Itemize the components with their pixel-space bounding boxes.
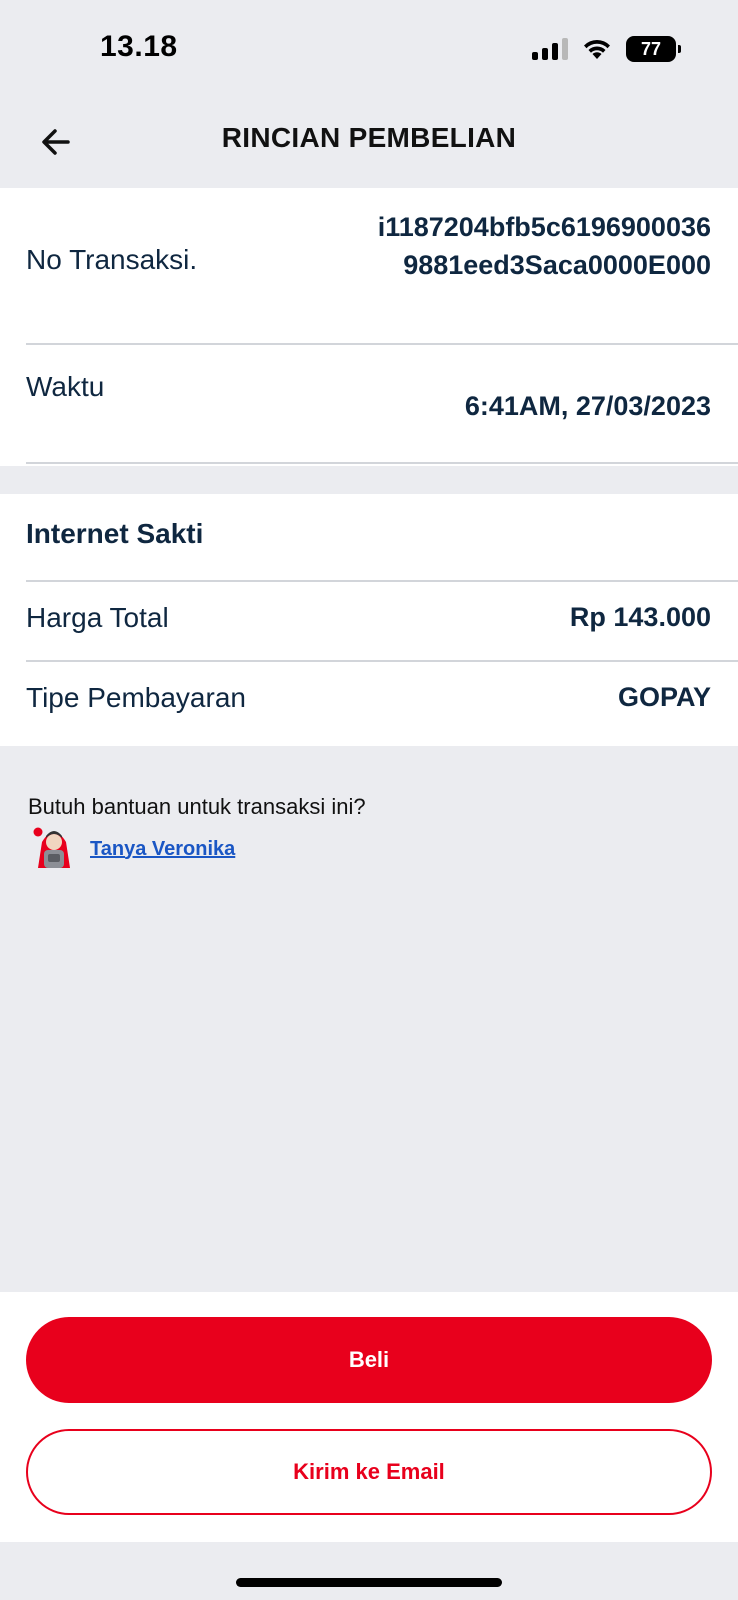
help-link-row[interactable]: Tanya Veronika bbox=[32, 824, 235, 874]
total-price-label: Harga Total bbox=[26, 602, 169, 633]
page-title: RINCIAN PEMBELIAN bbox=[221, 122, 517, 153]
status-icons: 77 bbox=[532, 36, 681, 62]
transaction-id-row: No Transaksi. i1187204bfb5c6196900036988… bbox=[26, 188, 738, 338]
time-label: Waktu bbox=[26, 371, 105, 402]
time-value: 6:41AM, 27/03/2023 bbox=[464, 391, 711, 421]
divider bbox=[26, 462, 738, 464]
payment-type-label: Tipe Pembayaran bbox=[26, 682, 246, 713]
transaction-id-label: No Transaksi. bbox=[26, 244, 198, 275]
status-bar: 13.18 77 bbox=[0, 0, 738, 100]
header-bar: RINCIAN PEMBELIAN bbox=[0, 100, 738, 188]
total-price-value: Rp 143.000 bbox=[569, 602, 711, 632]
wifi-icon bbox=[584, 39, 610, 59]
payment-type-row: Tipe Pembayaran GOPAY bbox=[26, 662, 738, 746]
product-name: Internet Sakti bbox=[26, 518, 204, 549]
veronika-avatar-icon bbox=[33, 827, 70, 868]
battery-icon: 77 bbox=[626, 36, 681, 62]
ask-veronika-link[interactable]: Tanya Veronika bbox=[90, 838, 235, 861]
time-row: Waktu 6:41AM, 27/03/2023 bbox=[26, 345, 738, 463]
send-email-button[interactable]: Kirim ke Email bbox=[26, 1429, 712, 1515]
transaction-info-card: No Transaksi. i1187204bfb5c6196900036988… bbox=[0, 188, 738, 466]
purchase-info-card: Internet Sakti Harga Total Rp 143.000 Ti… bbox=[0, 494, 738, 746]
help-question: Butuh bantuan untuk transaksi ini? bbox=[28, 794, 366, 819]
transaction-id-value: i1187204bfb5c61969000369881eed3Saca0000E… bbox=[377, 212, 711, 280]
payment-type-value: GOPAY bbox=[617, 682, 711, 712]
bottom-action-panel: Beli Kirim ke Email bbox=[0, 1292, 738, 1542]
total-price-row: Harga Total Rp 143.000 bbox=[26, 582, 738, 660]
cellular-signal-icon bbox=[532, 38, 568, 60]
status-time: 13.18 bbox=[100, 30, 178, 63]
buy-button[interactable]: Beli bbox=[26, 1317, 712, 1403]
home-indicator bbox=[236, 1578, 502, 1587]
